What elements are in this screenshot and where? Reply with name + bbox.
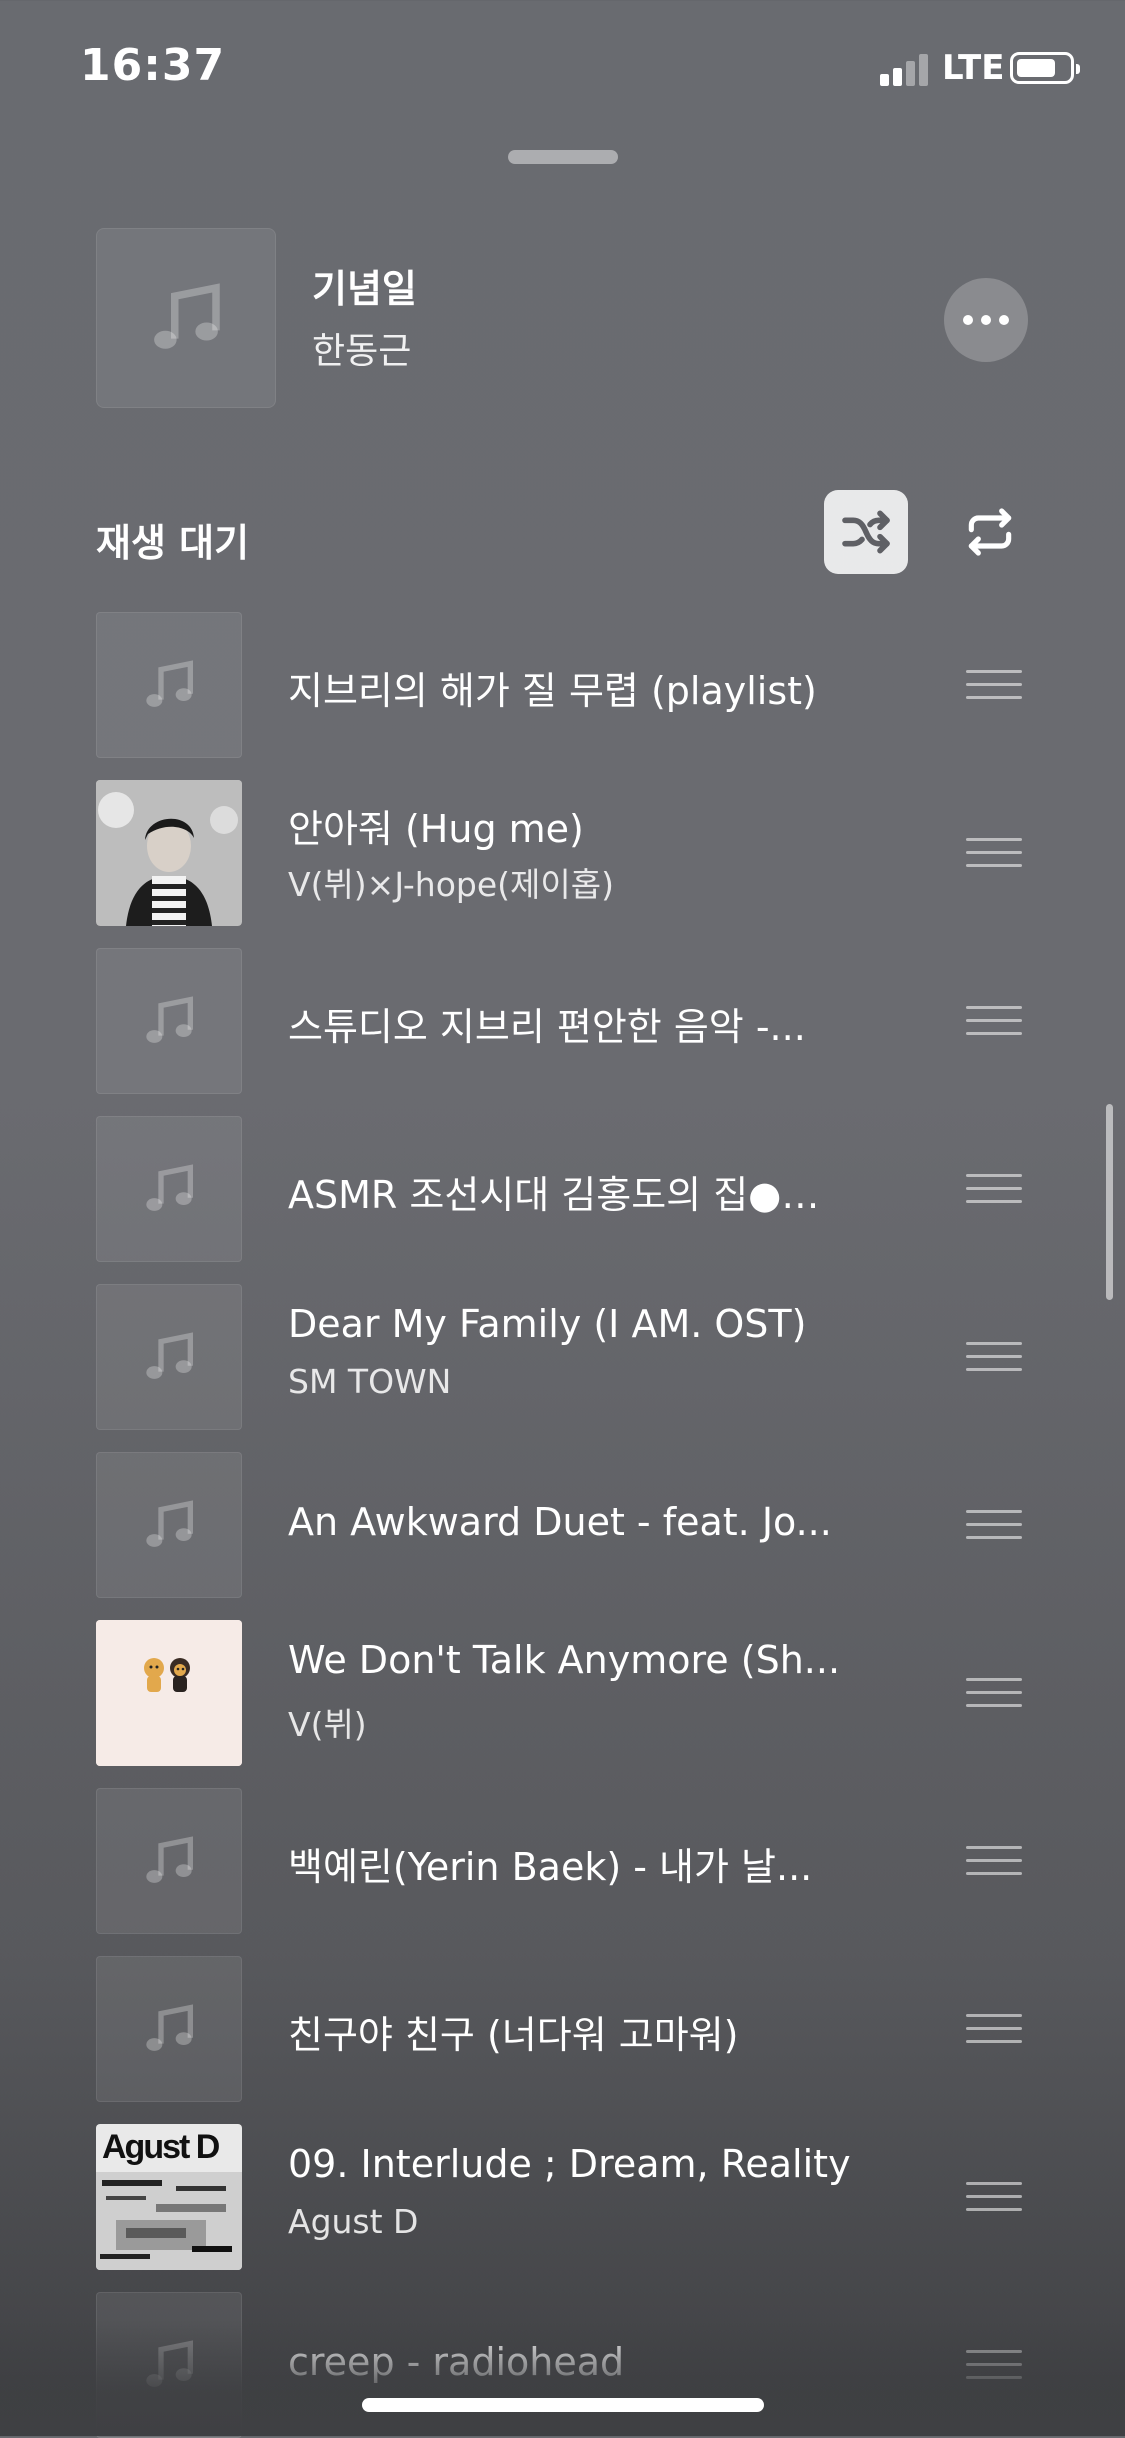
queue-item[interactable]: We Don't Talk Anymore (Sh... V(뷔) <box>96 1620 1056 1766</box>
now-playing-title: 기념일 <box>312 267 417 311</box>
track-title: 스튜디오 지브리 편안한 음악 -... <box>288 1005 806 1049</box>
music-note-icon <box>146 2340 193 2387</box>
track-artwork <box>96 1284 242 1430</box>
track-artist: V(뷔) <box>288 1705 367 1744</box>
reorder-handle-icon[interactable] <box>966 2182 1022 2212</box>
music-note-icon <box>146 1164 193 1211</box>
repeat-button[interactable] <box>948 490 1032 574</box>
repeat-icon <box>968 508 1012 556</box>
now-playing: 기념일 한동근 <box>96 228 1076 410</box>
now-playing-artist: 한동근 <box>312 331 412 372</box>
more-options-button[interactable] <box>944 278 1028 362</box>
track-artwork <box>96 1956 242 2102</box>
track-artwork <box>96 612 242 758</box>
reorder-handle-icon[interactable] <box>966 1174 1022 1204</box>
music-note-icon <box>146 660 193 707</box>
cellular-signal-icon <box>880 54 932 86</box>
queue-label: 재생 대기 <box>96 521 250 565</box>
track-artist: V(뷔)×J-hope(제이홉) <box>288 865 614 904</box>
track-title: 안아줘 (Hug me) <box>288 807 584 851</box>
queue-item[interactable]: creep - radiohead <box>96 2292 1056 2438</box>
reorder-handle-icon[interactable] <box>966 2014 1022 2044</box>
track-artwork <box>96 2292 242 2438</box>
reorder-handle-icon[interactable] <box>966 1342 1022 1372</box>
reorder-handle-icon[interactable] <box>966 838 1022 868</box>
track-artist: Agust D <box>288 2202 419 2241</box>
queue-item[interactable]: Dear My Family (I AM. OST) SM TOWN <box>96 1284 1056 1430</box>
queue-item[interactable]: 스튜디오 지브리 편안한 음악 -... <box>96 948 1056 1094</box>
music-note-icon <box>146 1500 193 1547</box>
track-title: We Don't Talk Anymore (Sh... <box>288 1638 841 1682</box>
network-type: LTE <box>942 48 1005 88</box>
track-artwork <box>96 948 242 1094</box>
battery-icon <box>1010 52 1080 84</box>
reorder-handle-icon[interactable] <box>966 1510 1022 1540</box>
reorder-handle-icon[interactable] <box>966 1846 1022 1876</box>
music-note-icon <box>146 2004 193 2051</box>
reorder-handle-icon[interactable] <box>966 670 1022 700</box>
music-note-icon <box>154 283 220 349</box>
track-artwork <box>96 1788 242 1934</box>
track-title: 09. Interlude ; Dream, Reality <box>288 2142 851 2186</box>
queue-item[interactable]: Agust D 09. Interlude ; Dream, Reality A… <box>96 2124 1056 2270</box>
queue-header: 재생 대기 <box>96 490 1056 580</box>
home-indicator[interactable] <box>362 2398 764 2412</box>
queue-item[interactable]: ASMR 조선시대 김홍도의 집●… <box>96 1116 1056 1262</box>
reorder-handle-icon[interactable] <box>966 1678 1022 1708</box>
track-artwork <box>96 1452 242 1598</box>
track-artwork-photo <box>96 780 242 926</box>
status-time: 16:37 <box>80 40 226 91</box>
shuffle-icon <box>842 510 890 554</box>
music-note-icon <box>146 1836 193 1883</box>
sheet-grabber[interactable] <box>508 150 618 164</box>
shuffle-button[interactable] <box>824 490 908 574</box>
queue-item[interactable]: 안아줘 (Hug me) V(뷔)×J-hope(제이홉) <box>96 780 1056 926</box>
ellipsis-icon <box>963 315 1009 325</box>
track-artwork-illustration <box>96 1620 242 1766</box>
music-note-icon <box>146 996 193 1043</box>
track-title: 백예린(Yerin Baek) - 내가 날... <box>288 1845 813 1889</box>
queue-item[interactable]: An Awkward Duet - feat. Jo... <box>96 1452 1056 1598</box>
track-artist: SM TOWN <box>288 1362 452 1401</box>
track-title: Dear My Family (I AM. OST) <box>288 1302 807 1346</box>
reorder-handle-icon[interactable] <box>966 1006 1022 1036</box>
reorder-handle-icon[interactable] <box>966 2350 1022 2380</box>
queue-item[interactable]: 친구야 친구 (너다워 고마워) <box>96 1956 1056 2102</box>
track-title: An Awkward Duet - feat. Jo... <box>288 1500 832 1544</box>
scrollbar[interactable] <box>1106 1104 1113 1300</box>
queue-item[interactable]: 백예린(Yerin Baek) - 내가 날... <box>96 1788 1056 1934</box>
music-note-icon <box>146 1332 193 1379</box>
track-artwork-album: Agust D <box>96 2124 242 2270</box>
now-playing-artwork <box>96 228 276 408</box>
track-title: 친구야 친구 (너다워 고마워) <box>288 2013 739 2057</box>
status-bar: 16:37 LTE <box>0 0 1125 140</box>
track-title: ASMR 조선시대 김홍도의 집●… <box>288 1173 820 1217</box>
queue-item[interactable]: 지브리의 해가 질 무렵 (playlist) <box>96 612 1056 758</box>
track-artwork <box>96 1116 242 1262</box>
track-title: creep - radiohead <box>288 2340 625 2384</box>
track-title: 지브리의 해가 질 무렵 (playlist) <box>288 669 817 713</box>
